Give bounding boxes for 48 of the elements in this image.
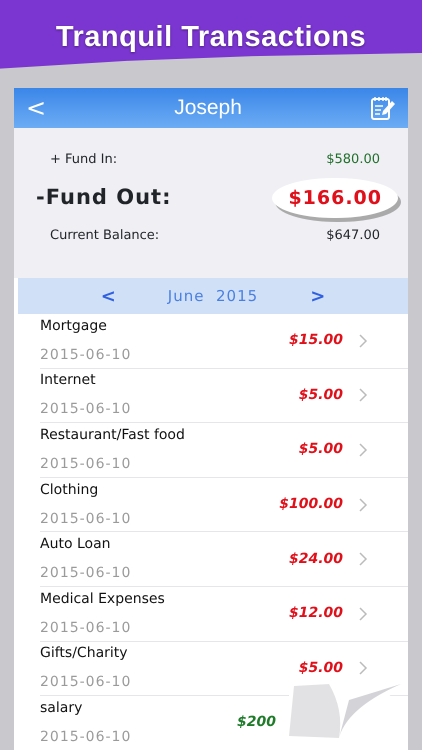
balance-amount: $647.00	[326, 227, 380, 245]
transaction-row[interactable]: Mortgage 2015-06-10 $15.00	[40, 314, 408, 369]
transaction-date: 2015-06-10	[40, 346, 132, 365]
transaction-date: 2015-06-10	[40, 673, 132, 692]
transaction-name: Clothing	[40, 480, 100, 500]
fund-in-label: + Fund In:	[50, 151, 118, 169]
transaction-amount: $5.00	[298, 440, 343, 460]
chevron-icon	[359, 661, 368, 676]
fund-out-label: -Fund Out:	[36, 184, 172, 211]
chevron-icon	[359, 334, 368, 348]
transaction-name: Gifts/Charity	[40, 644, 129, 664]
chevron-icon	[359, 552, 368, 566]
transaction-name: Internet	[40, 371, 97, 390]
chevron-icon	[359, 388, 368, 402]
transaction-date: 2015-06-10	[40, 510, 132, 529]
transaction-row[interactable]: Medical Expenses 2015-06-10 $12.00	[40, 586, 408, 642]
transaction-row[interactable]: Restaurant/Fast food 2015-06-10 $5.00	[40, 423, 408, 478]
transaction-name: Mortgage	[40, 316, 108, 336]
edit-note-icon[interactable]	[370, 95, 396, 121]
transaction-date: 2015-06-10	[40, 564, 132, 584]
transaction-amount: $24.00	[288, 550, 343, 569]
chevron-icon	[359, 498, 368, 512]
transaction-row[interactable]: Auto Loan 2015-06-10 $24.00	[40, 532, 408, 587]
transaction-amount: $100.00	[279, 495, 343, 514]
previous-month-button[interactable]: <	[96, 282, 120, 310]
chevron-icon	[359, 606, 368, 621]
nav-title: Joseph	[174, 95, 242, 122]
transaction-date: 2015-06-10	[40, 400, 132, 420]
fund-in-amount: $580.00	[326, 151, 380, 169]
fund-out-bubble: $166.00	[272, 178, 398, 218]
transaction-name: salary	[40, 698, 84, 718]
transaction-date: 2015-06-10	[40, 728, 132, 747]
transaction-amount: $5.00	[298, 386, 343, 405]
transaction-amount: $5.00	[298, 658, 343, 678]
balance-label: Current Balance:	[50, 227, 160, 245]
transaction-amount: $15.00	[288, 331, 343, 350]
transaction-name: Auto Loan	[40, 535, 112, 554]
next-month-button[interactable]: >	[306, 282, 330, 310]
transaction-name: Restaurant/Fast food	[40, 426, 185, 445]
chevron-icon	[359, 442, 368, 457]
month-label: June 2015	[168, 286, 258, 307]
transaction-row[interactable]: Clothing 2015-06-10 $100.00	[40, 478, 408, 532]
transaction-date: 2015-06-10	[40, 454, 132, 474]
transaction-name: Medical Expenses	[40, 590, 165, 609]
transaction-amount: $200	[237, 713, 276, 732]
transaction-date: 2015-06-10	[40, 618, 132, 638]
transaction-row[interactable]: Internet 2015-06-10 $5.00	[40, 368, 408, 424]
transaction-amount: $12.00	[288, 604, 343, 624]
